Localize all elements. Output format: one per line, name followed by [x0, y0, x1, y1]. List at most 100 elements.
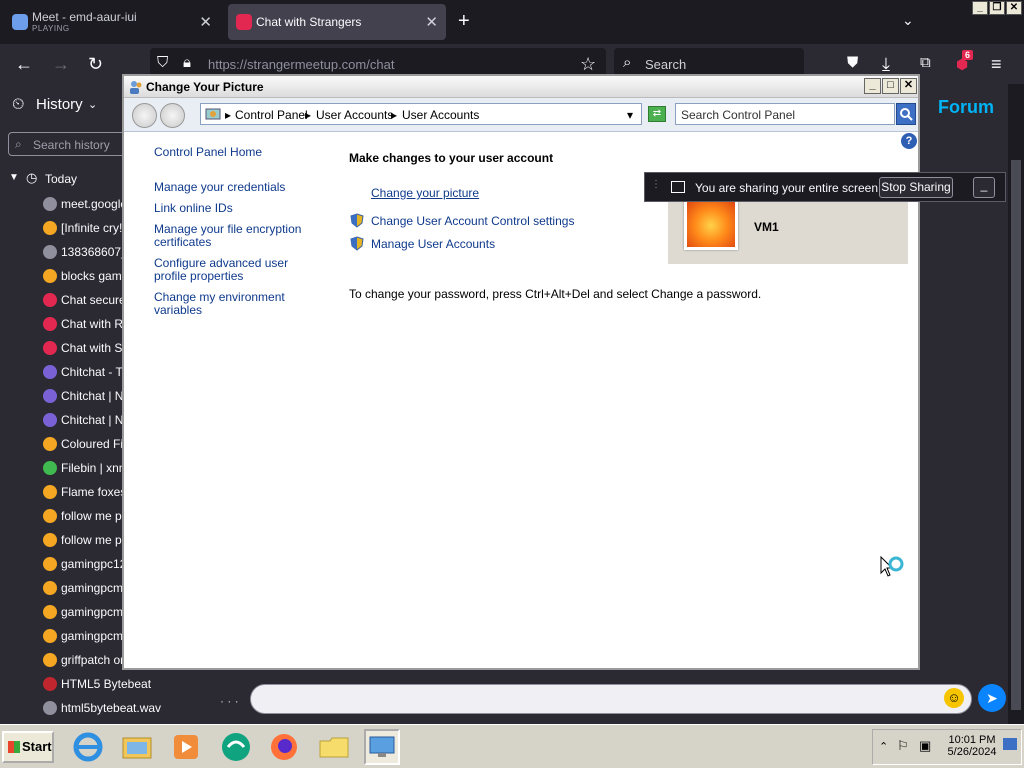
- scratch-icon: [43, 653, 57, 667]
- tray-clock[interactable]: 10:01 PM 5/26/2024: [942, 734, 1002, 758]
- history-item-label: html5bytebeat.wav: [61, 701, 162, 715]
- address-bar: ▸ Control Panel ▸ User Accounts ▸ User A…: [124, 98, 918, 132]
- list-all-tabs-chevron-icon[interactable]: ⌄: [902, 12, 914, 29]
- start-button[interactable]: Start: [2, 731, 54, 763]
- outer-close-button[interactable]: ✕: [1006, 1, 1022, 15]
- history-item-label: HTML5 Bytebeat: [61, 677, 152, 691]
- outer-restore-button[interactable]: ❐: [989, 1, 1005, 15]
- drag-handle-icon[interactable]: ⋮: [651, 179, 661, 190]
- manage-credentials-link[interactable]: Manage your credentials: [154, 181, 324, 194]
- search-placeholder: Search Control Panel: [681, 108, 796, 122]
- send-button[interactable]: ➤: [978, 684, 1006, 712]
- breadcrumb[interactable]: ▸ Control Panel ▸ User Accounts ▸ User A…: [200, 103, 642, 125]
- advanced-profile-link[interactable]: Configure advanced user profile properti…: [154, 257, 324, 283]
- page-scrollbar[interactable]: [1008, 84, 1024, 724]
- history-item-label: meet.google: [61, 197, 128, 211]
- screen-sharing-indicator: ⋮ You are sharing your entire screen. St…: [644, 172, 1006, 202]
- clock-time: 10:01 PM: [948, 734, 996, 746]
- chat-app-icon[interactable]: [218, 729, 254, 765]
- shield-icon[interactable]: ⛉: [157, 54, 168, 71]
- internet-explorer-icon[interactable]: [70, 729, 106, 765]
- history-item-label: Filebin | xnns: [61, 461, 132, 475]
- bookmark-star-icon[interactable]: ☆: [580, 54, 596, 75]
- refresh-icon[interactable]: ⇄: [648, 106, 666, 122]
- action-center-flag-icon[interactable]: ⚐: [897, 738, 909, 754]
- close-icon[interactable]: ✕: [199, 13, 212, 31]
- history-item-label: follow me plz: [61, 533, 131, 547]
- new-tab-button[interactable]: +: [458, 10, 470, 33]
- minimize-sharing-button[interactable]: _: [973, 177, 995, 198]
- forward-arrow-icon[interactable]: →: [52, 54, 70, 75]
- lock-icon[interactable]: 🔒︎: [183, 54, 191, 71]
- outer-minimize-button[interactable]: _: [972, 1, 988, 15]
- breadcrumb-user-accounts[interactable]: User Accounts: [316, 108, 393, 122]
- encryption-certificates-link[interactable]: Manage your file encryption certificates: [154, 223, 324, 249]
- extensions-puzzle-icon[interactable]: ⧉: [920, 54, 931, 71]
- scratch-icon: [43, 269, 57, 283]
- password-note: To change your password, press Ctrl+Alt+…: [349, 287, 762, 301]
- folder-icon[interactable]: [316, 729, 352, 765]
- control-panel-home-link[interactable]: Control Panel Home: [154, 146, 324, 159]
- chevron-right-icon[interactable]: ▸: [225, 108, 231, 122]
- downloads-icon[interactable]: ⤓: [882, 54, 890, 75]
- file-explorer-icon[interactable]: [119, 729, 155, 765]
- search-control-panel-input[interactable]: Search Control Panel: [675, 103, 895, 125]
- emoji-icon[interactable]: ☺: [944, 688, 964, 708]
- chevron-right-icon[interactable]: ▸: [391, 108, 397, 122]
- screen-share-icon: [671, 181, 685, 193]
- search-icon[interactable]: [896, 103, 916, 125]
- help-icon[interactable]: ?: [901, 133, 917, 149]
- sidebar-title[interactable]: History: [36, 96, 83, 113]
- tab-chat-with-strangers[interactable]: Chat with Strangers ✕: [228, 4, 446, 40]
- tab-meet[interactable]: Meet - emd-aaur-iui PLAYING ✕: [4, 4, 220, 40]
- message-input[interactable]: [250, 684, 972, 714]
- history-item-label: griffpatch on: [61, 653, 127, 667]
- window-titlebar[interactable]: Change Your Picture _ □ ✕: [124, 76, 918, 98]
- breadcrumb-user-accounts-2[interactable]: User Accounts: [402, 108, 479, 122]
- media-player-icon[interactable]: [168, 729, 204, 765]
- forum-link[interactable]: Forum: [938, 97, 994, 118]
- show-desktop-icon[interactable]: [1003, 738, 1017, 750]
- history-item[interactable]: html5bytebeat.wav: [0, 696, 184, 720]
- search-icon: ⌕: [15, 137, 22, 151]
- tab-strip: Meet - emd-aaur-iui PLAYING ✕ Chat with …: [0, 0, 1024, 44]
- history-item[interactable]: HTML5 Bytebeat: [0, 672, 184, 696]
- breadcrumb-control-panel[interactable]: Control Panel: [235, 108, 308, 122]
- maximize-button[interactable]: □: [882, 78, 899, 94]
- stop-sharing-button[interactable]: Stop Sharing: [879, 177, 953, 198]
- link-online-ids-link[interactable]: Link online IDs: [154, 202, 324, 215]
- user-name: VM1: [754, 220, 779, 234]
- scrollbar-thumb[interactable]: [1011, 160, 1021, 710]
- firefox-icon[interactable]: [266, 729, 302, 765]
- chevron-down-icon[interactable]: ▾: [627, 108, 633, 122]
- user-accounts-icon: [128, 79, 144, 95]
- pocket-icon[interactable]: ⛊: [847, 54, 858, 71]
- clock-date: 5/26/2024: [947, 746, 997, 758]
- tab-title: Meet - emd-aaur-iui: [32, 10, 137, 24]
- url-text[interactable]: https://strangermeetup.com/chat: [208, 57, 394, 72]
- uac-shield-icon: [350, 236, 365, 251]
- show-hidden-icons-chevron-icon[interactable]: ⌃: [879, 740, 888, 753]
- manage-user-accounts-link[interactable]: Manage User Accounts: [371, 237, 495, 251]
- close-button[interactable]: ✕: [900, 78, 917, 94]
- back-button[interactable]: [132, 103, 157, 128]
- back-arrow-icon[interactable]: ←: [15, 54, 33, 75]
- forward-button[interactable]: [160, 103, 185, 128]
- chevron-right-icon[interactable]: ▸: [305, 108, 311, 122]
- reload-icon[interactable]: ↻: [88, 54, 103, 75]
- change-picture-link[interactable]: Change your picture: [371, 186, 479, 200]
- minimize-button[interactable]: _: [864, 78, 881, 94]
- hamburger-menu-icon[interactable]: ≡: [991, 54, 1002, 75]
- taskbar: Start ⌃ ⚐ ▣: [0, 724, 1024, 768]
- control-panel-taskbar-icon[interactable]: [364, 729, 400, 765]
- control-panel-icon: [205, 106, 221, 125]
- chevron-down-icon[interactable]: ⌄: [88, 98, 97, 111]
- network-icon[interactable]: ▣: [919, 738, 931, 754]
- chat-icon: [43, 293, 57, 307]
- chevron-down-icon[interactable]: ▼: [9, 172, 19, 183]
- more-options-icon[interactable]: · · ·: [220, 694, 239, 708]
- environment-variables-link[interactable]: Change my environment variables: [154, 291, 324, 317]
- uac-settings-link[interactable]: Change User Account Control settings: [371, 214, 574, 228]
- history-group-today[interactable]: Today: [45, 172, 77, 186]
- close-icon[interactable]: ✕: [425, 13, 438, 31]
